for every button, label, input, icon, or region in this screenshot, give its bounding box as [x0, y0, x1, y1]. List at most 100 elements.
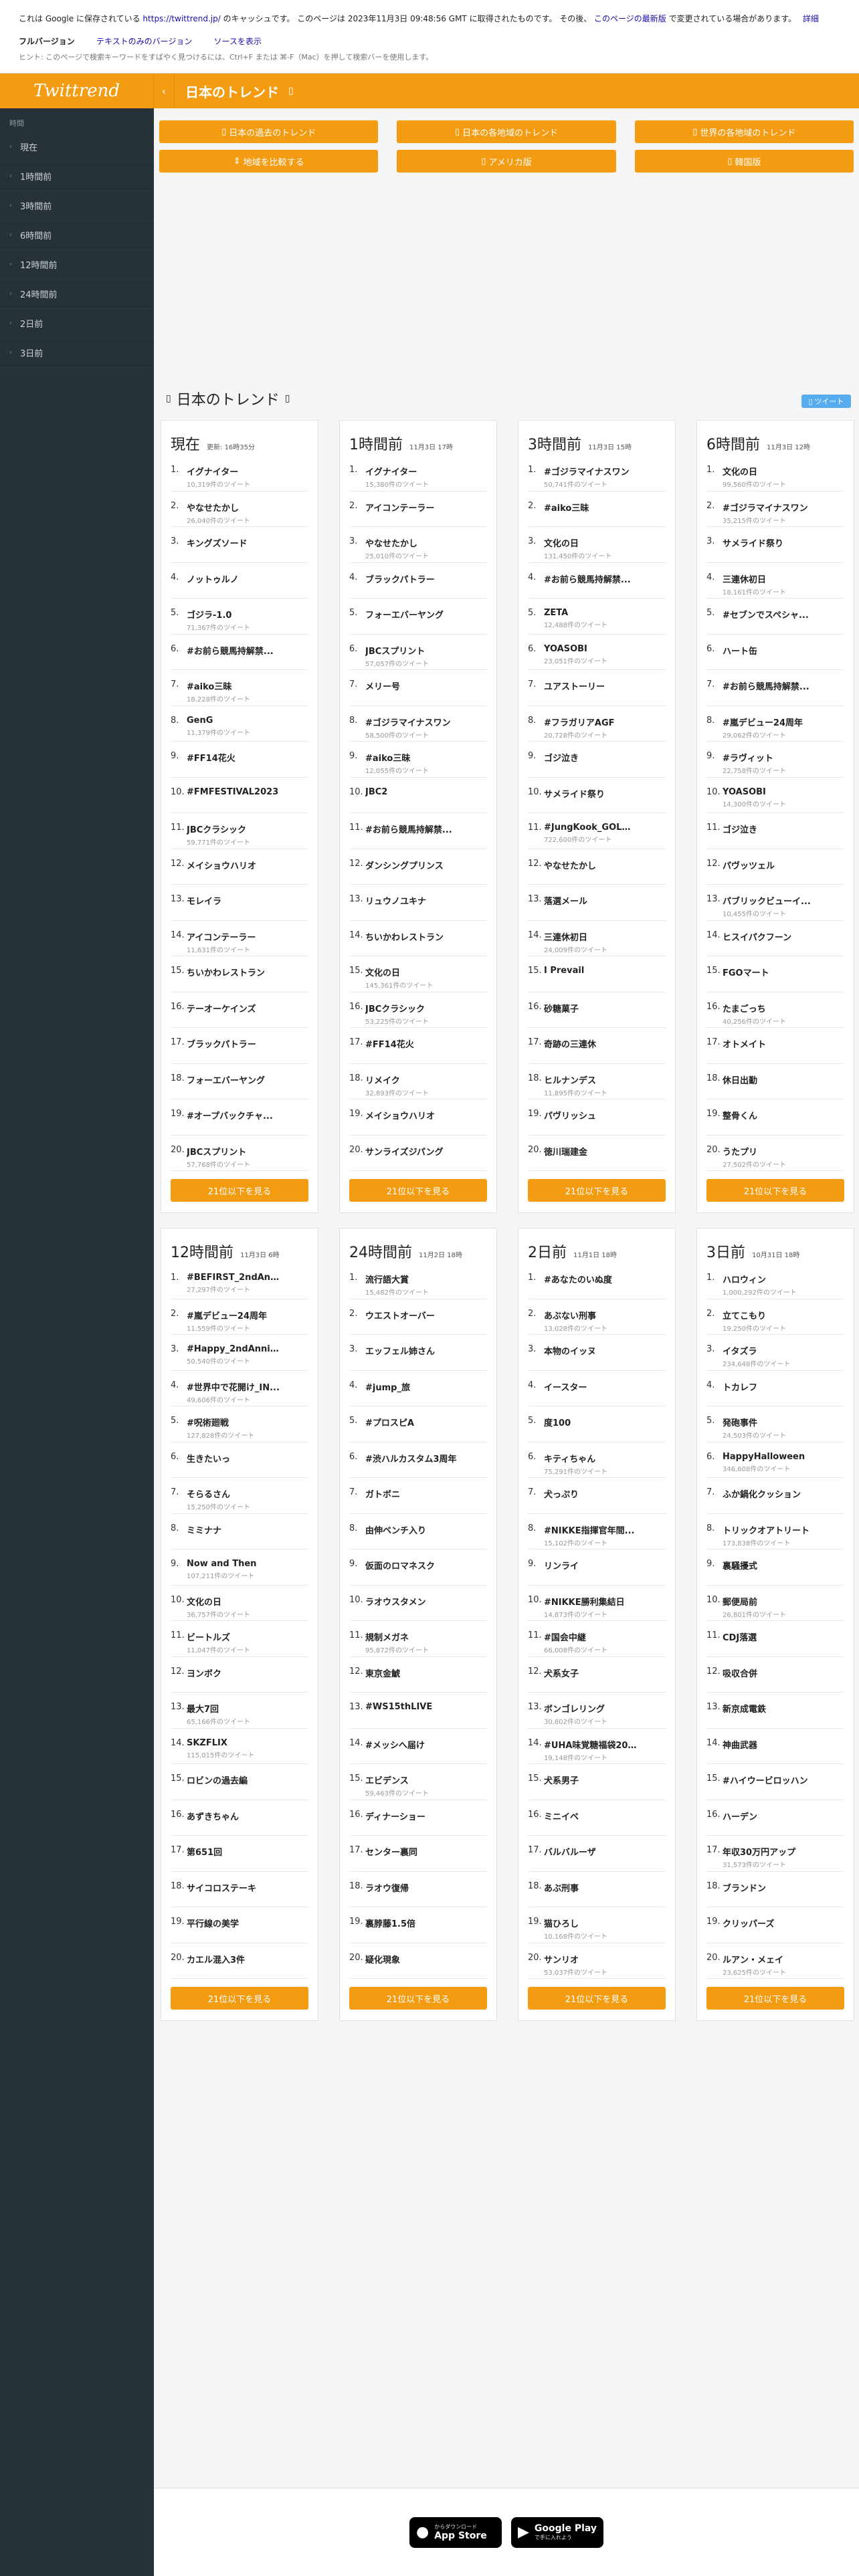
- trend-name[interactable]: ラオウ復帰: [365, 1881, 459, 1894]
- trend-row[interactable]: 16. ディナーショー: [349, 1800, 487, 1836]
- show-more-button[interactable]: 21位以下を見る: [171, 1987, 308, 2010]
- trend-row[interactable]: 16. あずきちゃん: [171, 1800, 308, 1836]
- korea-version-button[interactable]: ▯ 韓国版: [634, 150, 854, 173]
- trend-row[interactable]: 7. #aiko三昧 18,228件のツイート: [171, 670, 308, 706]
- trend-row[interactable]: 13. 落選メール: [528, 885, 666, 921]
- trend-name[interactable]: JBCスプリント: [187, 1145, 280, 1158]
- trend-row[interactable]: 20. うたプリ 27,502件のツイート: [706, 1136, 844, 1171]
- trend-row[interactable]: 11. ゴジ泣き: [706, 813, 844, 849]
- trend-row[interactable]: 18. 休日出勤: [706, 1064, 844, 1099]
- trend-name[interactable]: ハロウィン: [723, 1273, 816, 1285]
- trend-row[interactable]: 12. ダンシングプリンス: [349, 849, 487, 885]
- trend-name[interactable]: #Happy_2ndAnniv...: [187, 1344, 280, 1354]
- trend-row[interactable]: 6. HappyHalloween 346,608件のツイート: [706, 1442, 844, 1478]
- trend-row[interactable]: 1. #あなたのいぬ度: [528, 1263, 666, 1299]
- trend-name[interactable]: ハーデン: [723, 1810, 816, 1822]
- trend-name[interactable]: Now and Then: [187, 1559, 280, 1569]
- trend-row[interactable]: 13. #WS15thLIVE: [349, 1693, 487, 1729]
- trend-name[interactable]: やなせたかし: [187, 501, 280, 514]
- trend-name[interactable]: 文化の日: [365, 966, 459, 978]
- trend-row[interactable]: 3. 本物のイッヌ: [528, 1335, 666, 1371]
- trend-name[interactable]: JBCクラシック: [187, 823, 280, 835]
- trend-name[interactable]: 徳川瑞建金: [544, 1145, 638, 1158]
- trend-row[interactable]: 10. #FMFESTIVAL2023: [171, 778, 308, 813]
- trend-name[interactable]: 奇跡の三連休: [544, 1037, 638, 1050]
- trend-row[interactable]: 5. ZETA 12,488件のツイート: [528, 599, 666, 635]
- trend-row[interactable]: 7. #お前ら競馬持解禁...: [706, 670, 844, 706]
- trend-name[interactable]: キングズソード: [187, 536, 280, 549]
- trend-row[interactable]: 15. ロビンの過去編: [171, 1764, 308, 1800]
- trend-name[interactable]: #ハイウービロッハン: [723, 1774, 816, 1786]
- trend-row[interactable]: 15. ちいかわレストラン: [171, 956, 308, 992]
- trend-row[interactable]: 17. バルバルーザ: [528, 1836, 666, 1872]
- trend-name[interactable]: ハート缶: [723, 644, 816, 657]
- trend-name[interactable]: 猫ひろし: [544, 1917, 638, 1929]
- trend-row[interactable]: 2. #ゴジラマイナスワン 35,215件のツイート: [706, 492, 844, 527]
- trend-name[interactable]: カエル混入3件: [187, 1953, 280, 1965]
- sidebar-item-1h[interactable]: › 1時間前: [0, 162, 154, 191]
- trend-name[interactable]: #嵐デビュー24周年: [723, 716, 816, 728]
- trend-row[interactable]: 2. 立てこもり 19,250件のツイート: [706, 1299, 844, 1335]
- trend-row[interactable]: 12. 東京金鯱: [349, 1657, 487, 1693]
- trend-row[interactable]: 16. たまごっち 40,256件のツイート: [706, 992, 844, 1028]
- trend-row[interactable]: 18. ラオウ復帰: [349, 1872, 487, 1907]
- trend-row[interactable]: 9. ゴジ泣き: [528, 742, 666, 778]
- trend-row[interactable]: 18. ブランドン: [706, 1872, 844, 1907]
- trend-name[interactable]: #渋ハルカスタム3周年: [365, 1452, 459, 1465]
- trend-row[interactable]: 18. あぶ刑事: [528, 1872, 666, 1907]
- trend-name[interactable]: JBCスプリント: [365, 644, 459, 657]
- trend-row[interactable]: 11. CDJ落選: [706, 1621, 844, 1657]
- compare-regions-button[interactable]: ⇕ 地域を比較する: [159, 150, 379, 173]
- trend-name[interactable]: SKZFLIX: [187, 1738, 280, 1748]
- trend-row[interactable]: 1. 文化の日 99,560件のツイート: [706, 455, 844, 492]
- sidebar-item-now[interactable]: › 現在: [0, 132, 154, 162]
- trend-name[interactable]: パヴッツェル: [723, 859, 816, 871]
- trend-row[interactable]: 16. 砂糖菓子: [528, 992, 666, 1028]
- trend-name[interactable]: メイショウハリオ: [365, 1109, 459, 1121]
- trend-row[interactable]: 11. ビートルズ 11,047件のツイート: [171, 1621, 308, 1657]
- trend-row[interactable]: 6. キティちゃん 75,291件のツイート: [528, 1442, 666, 1478]
- trend-name[interactable]: アイコンテーラー: [365, 501, 459, 514]
- trend-row[interactable]: 12. やなせたかし: [528, 849, 666, 885]
- world-trends-button[interactable]: ▯ 世界の各地域のトレンド: [634, 120, 854, 143]
- back-arrow-icon[interactable]: ‹: [154, 85, 174, 98]
- trend-row[interactable]: 2. ウエストオーバー: [349, 1299, 487, 1335]
- trend-row[interactable]: 7. ユアストーリー: [528, 670, 666, 706]
- trend-name[interactable]: #NIKKE指揮官年間...: [544, 1523, 638, 1536]
- trend-row[interactable]: 9. #ラヴィット 22,758件のツイート: [706, 742, 844, 778]
- trend-row[interactable]: 20. サンリオ 53,037件のツイート: [528, 1943, 666, 1979]
- trend-name[interactable]: 第651回: [187, 1845, 280, 1858]
- cache-url-link[interactable]: https://twittrend.jp/: [142, 14, 220, 23]
- trend-row[interactable]: 4. イースター: [528, 1371, 666, 1406]
- trend-row[interactable]: 9. Now and Then 107,211件のツイート: [171, 1549, 308, 1586]
- trend-row[interactable]: 20. カエル混入3件: [171, 1943, 308, 1979]
- trend-name[interactable]: ノットゥルノ: [187, 572, 280, 585]
- sidebar-item-24h[interactable]: › 24時間前: [0, 280, 154, 309]
- trend-name[interactable]: バルバルーザ: [544, 1845, 638, 1858]
- trend-row[interactable]: 1. イグナイター 10,319件のツイート: [171, 455, 308, 492]
- trend-name[interactable]: ダンシングプリンス: [365, 859, 459, 871]
- trend-name[interactable]: たまごっち: [723, 1002, 816, 1014]
- trend-row[interactable]: 13. 最大7回 65,166件のツイート: [171, 1693, 308, 1729]
- trend-row[interactable]: 14. ちいかわレストラン: [349, 921, 487, 956]
- trend-name[interactable]: メイショウハリオ: [187, 859, 280, 871]
- trend-row[interactable]: 8. 由伸ベンチ入り: [349, 1514, 487, 1549]
- trend-name[interactable]: #ゴジラマイナスワン: [544, 465, 638, 477]
- trend-row[interactable]: 6. #お前ら競馬持解禁...: [171, 635, 308, 670]
- trend-row[interactable]: 9. #aiko三昧 12,055件のツイート: [349, 742, 487, 778]
- trend-row[interactable]: 19. 猫ひろし 10,168件のツイート: [528, 1907, 666, 1943]
- trend-name[interactable]: ラオウスタメン: [365, 1595, 459, 1608]
- trend-name[interactable]: リュウノユキナ: [365, 894, 459, 907]
- trend-name[interactable]: エッフェル姉さん: [365, 1344, 459, 1357]
- trend-name[interactable]: テーオーケインズ: [187, 1002, 280, 1014]
- trend-name[interactable]: 発砲事件: [723, 1416, 816, 1428]
- trend-row[interactable]: 15. FGOマート: [706, 956, 844, 992]
- trend-name[interactable]: ゴジラ-1.0: [187, 608, 280, 621]
- trend-name[interactable]: JBC2: [365, 787, 459, 797]
- trend-row[interactable]: 12. 犬系女子: [528, 1657, 666, 1693]
- trend-row[interactable]: 5. #プロスピA: [349, 1406, 487, 1442]
- trend-name[interactable]: 裏脖藤1.5倍: [365, 1917, 459, 1929]
- trend-row[interactable]: 17. 第651回: [171, 1836, 308, 1872]
- trend-row[interactable]: 8. #ゴジラマイナスワン 58,500件のツイート: [349, 706, 487, 742]
- trend-name[interactable]: GenG: [187, 716, 280, 726]
